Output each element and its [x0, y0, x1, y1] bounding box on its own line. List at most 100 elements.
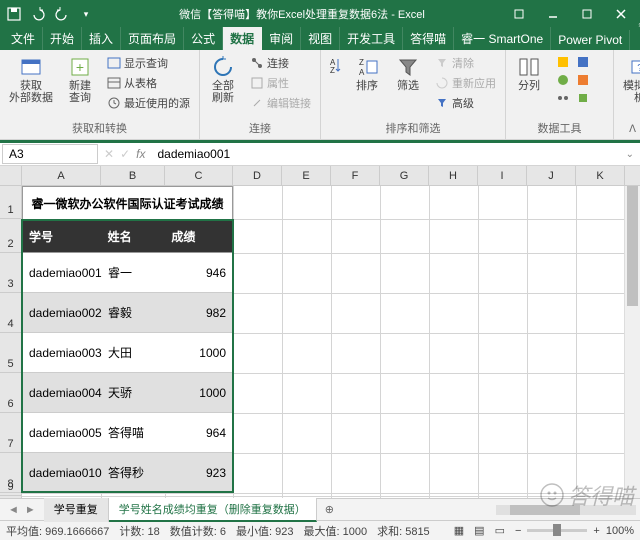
next-sheet-icon[interactable]: ► — [25, 504, 36, 516]
tab-文件[interactable]: 文件 — [4, 27, 43, 50]
row-header[interactable]: 6 — [0, 373, 22, 413]
table-row[interactable]: dademiao004天骄1000 — [22, 373, 233, 413]
sheet-tab[interactable]: 学号姓名成绩均重复（删除重复数据） — [109, 498, 317, 522]
table-row[interactable]: dademiao010答得秒923 — [22, 453, 233, 493]
tab-Power Pivot[interactable]: Power Pivot — [551, 30, 630, 50]
properties-button[interactable]: 属性 — [248, 74, 313, 92]
reapply-button[interactable]: 重新应用 — [433, 74, 498, 92]
undo-icon[interactable] — [30, 6, 46, 22]
relationships-button[interactable] — [554, 90, 572, 106]
row-header[interactable]: 2 — [0, 219, 22, 253]
accept-formula-icon[interactable]: ✓ — [120, 147, 130, 161]
view-layout-icon[interactable]: ▤ — [474, 524, 484, 537]
tell-me-search[interactable]: ♀告诉我 — [636, 2, 640, 50]
sort-button[interactable]: ZA 排序 — [348, 52, 386, 95]
view-pagebreak-icon[interactable]: ▭ — [495, 524, 505, 537]
col-header[interactable]: F — [331, 166, 380, 185]
from-table-button[interactable]: 从表格 — [105, 74, 192, 92]
tab-睿一 SmartOne[interactable]: 睿一 SmartOne — [454, 27, 551, 50]
ribbon-options-icon[interactable] — [504, 4, 534, 24]
row-header[interactable]: 4 — [0, 293, 22, 333]
tab-数据[interactable]: 数据 — [223, 27, 262, 50]
zoom-slider[interactable] — [527, 529, 587, 532]
col-header[interactable]: D — [233, 166, 282, 185]
row-header[interactable]: 7 — [0, 413, 22, 453]
row-header[interactable]: 5 — [0, 333, 22, 373]
consolidate-button[interactable] — [574, 72, 592, 88]
col-header[interactable]: K — [576, 166, 625, 185]
sheet-tab[interactable]: 学号重复 — [44, 498, 109, 522]
status-avg: 平均值: 969.1666667 — [6, 523, 109, 539]
status-max: 最大值: 1000 — [303, 523, 367, 539]
qat-dropdown-icon[interactable]: ▾ — [78, 6, 94, 22]
col-header[interactable]: J — [527, 166, 576, 185]
tab-答得喵[interactable]: 答得喵 — [403, 27, 454, 50]
zoom-level[interactable]: 100% — [606, 525, 634, 537]
edit-links-button[interactable]: 编辑链接 — [248, 94, 313, 112]
get-external-data-button[interactable]: 获取 外部数据 — [4, 52, 58, 107]
tab-开始[interactable]: 开始 — [43, 27, 82, 50]
col-header[interactable]: A — [22, 166, 101, 185]
sort-az-button[interactable]: AZ — [325, 52, 345, 90]
status-min: 最小值: 923 — [236, 523, 293, 539]
svg-text:A: A — [359, 68, 365, 77]
refresh-all-button[interactable]: 全部刷新 — [204, 52, 242, 107]
tab-页面布局[interactable]: 页面布局 — [121, 27, 184, 50]
select-all-corner[interactable] — [0, 166, 22, 185]
name-box[interactable] — [2, 144, 98, 164]
table-row[interactable]: dademiao002睿毅982 — [22, 293, 233, 333]
tab-视图[interactable]: 视图 — [301, 27, 340, 50]
redo-icon[interactable] — [54, 6, 70, 22]
col-header[interactable]: H — [429, 166, 478, 185]
whatif-button[interactable]: ? 模拟分析 — [618, 52, 640, 107]
show-queries-button[interactable]: 显示查询 — [105, 54, 192, 72]
svg-text:+: + — [76, 59, 84, 75]
fx-button[interactable]: fx — [136, 147, 145, 161]
row-header[interactable]: 3 — [0, 253, 22, 293]
table-row[interactable]: dademiao003大田1000 — [22, 333, 233, 373]
add-sheet-button[interactable]: ⊕ — [317, 503, 342, 516]
close-icon[interactable] — [606, 4, 636, 24]
cancel-formula-icon[interactable]: ✕ — [104, 147, 114, 161]
recent-sources-button[interactable]: 最近使用的源 — [105, 94, 192, 112]
text-to-columns-button[interactable]: 分列 — [510, 52, 548, 95]
tab-审阅[interactable]: 审阅 — [262, 27, 301, 50]
table-row[interactable]: dademiao001睿一946 — [22, 253, 233, 293]
col-header[interactable]: E — [282, 166, 331, 185]
data-model-button[interactable] — [574, 90, 592, 106]
expand-formula-icon[interactable]: ⌄ — [620, 149, 640, 160]
tab-开发工具[interactable]: 开发工具 — [340, 27, 403, 50]
col-header[interactable]: G — [380, 166, 429, 185]
col-header[interactable]: I — [478, 166, 527, 185]
filter-button[interactable]: 筛选 — [389, 52, 427, 95]
minimize-icon[interactable] — [538, 4, 568, 24]
view-normal-icon[interactable]: ▦ — [454, 524, 464, 537]
row-header[interactable]: 10 — [0, 496, 22, 498]
tab-插入[interactable]: 插入 — [82, 27, 121, 50]
horizontal-scrollbar[interactable] — [342, 503, 640, 517]
advanced-filter-button[interactable]: 高级 — [433, 94, 498, 112]
table-header-row: 学号姓名成绩 — [22, 219, 233, 253]
new-query-button[interactable]: + 新建 查询 — [61, 52, 99, 107]
collapse-ribbon-icon[interactable]: ᐱ — [629, 124, 636, 135]
zoom-in-button[interactable]: + — [593, 525, 599, 537]
row-header[interactable]: 1 — [0, 186, 22, 219]
formula-input[interactable] — [151, 145, 619, 163]
zoom-out-button[interactable]: − — [515, 525, 521, 537]
save-icon[interactable] — [6, 6, 22, 22]
remove-duplicates-button[interactable] — [574, 54, 592, 70]
table-row[interactable]: dademiao005答得喵964 — [22, 413, 233, 453]
data-validation-button[interactable] — [554, 72, 572, 88]
group-label: 获取和转换 — [4, 119, 195, 139]
connections-button[interactable]: 连接 — [248, 54, 313, 72]
table-title: 睿一微软办公软件国际认证考试成绩 — [22, 186, 233, 219]
group-label: 数据工具 — [510, 119, 609, 139]
flash-fill-button[interactable] — [554, 54, 572, 70]
prev-sheet-icon[interactable]: ◄ — [8, 504, 19, 516]
tab-公式[interactable]: 公式 — [184, 27, 223, 50]
col-header[interactable]: C — [165, 166, 233, 185]
col-header[interactable]: B — [101, 166, 165, 185]
maximize-icon[interactable] — [572, 4, 602, 24]
clear-filter-button[interactable]: 清除 — [433, 54, 498, 72]
vertical-scrollbar[interactable] — [624, 186, 640, 498]
